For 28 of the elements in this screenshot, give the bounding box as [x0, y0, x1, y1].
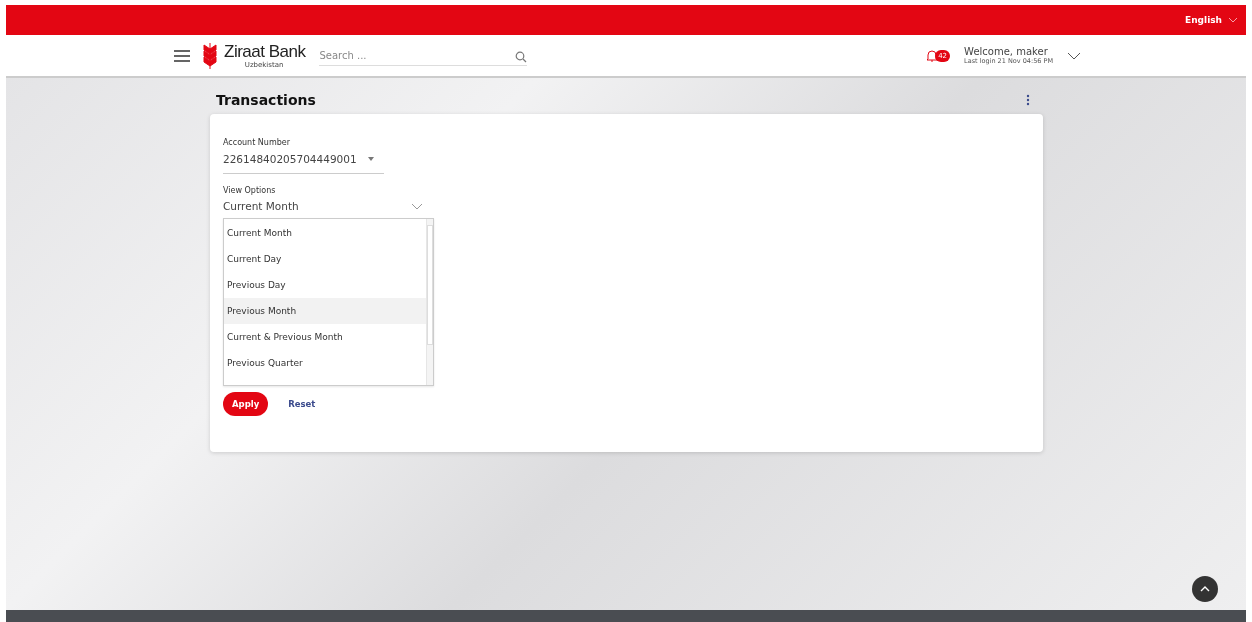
scrollbar[interactable]	[426, 219, 433, 385]
option-item[interactable]: Previous Day	[224, 272, 426, 298]
wheat-logo-icon	[202, 42, 218, 69]
apply-button[interactable]: Apply	[223, 392, 269, 416]
chevron-down-icon	[1228, 17, 1238, 23]
caret-icon	[368, 157, 374, 161]
field-label: View Options	[223, 186, 276, 195]
bank-name: Ziraat Bank	[224, 42, 306, 61]
option-item[interactable]: Previous Month	[224, 298, 426, 324]
language-selector[interactable]: English	[1185, 15, 1238, 25]
option-item[interactable]: Previous Quarter	[224, 350, 426, 376]
option-item[interactable]: Current Day	[224, 246, 426, 272]
chevron-down-icon	[411, 202, 423, 210]
chevron-down-icon[interactable]	[1067, 51, 1081, 60]
option-item[interactable]: Current Month	[224, 220, 426, 246]
bell-icon[interactable]	[926, 49, 939, 62]
page-title: Transactions	[216, 92, 316, 108]
account-dropdown[interactable]: 22614840205704449001	[223, 147, 384, 174]
more-options-icon[interactable]	[1026, 94, 1030, 106]
welcome-text: Welcome, maker	[964, 46, 1049, 57]
view-options-dropdown[interactable]: Current Month	[223, 195, 423, 218]
field-label: Account Number	[223, 138, 290, 147]
chevron-up-icon	[1200, 586, 1210, 592]
scroll-to-top-button[interactable]	[1192, 576, 1218, 602]
search-icon	[515, 50, 528, 63]
option-item[interactable]: Current & Previous Month	[224, 324, 426, 350]
menu-icon[interactable]	[174, 49, 190, 62]
reset-link[interactable]: Reset	[288, 399, 316, 409]
